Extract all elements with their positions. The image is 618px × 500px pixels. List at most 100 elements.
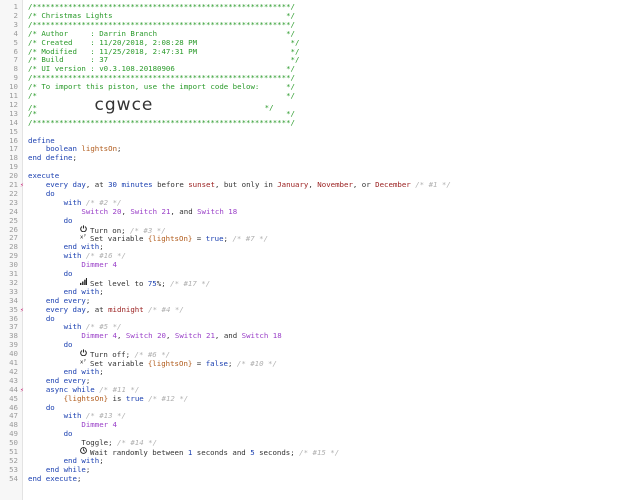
token-txt: = xyxy=(192,234,206,244)
code-line: 2 /* Christmas Lights */ xyxy=(0,11,618,20)
code-text: end every; xyxy=(28,375,91,385)
line-number: 41 xyxy=(9,358,18,367)
code-line: 30 Dimmer 4 xyxy=(0,261,618,269)
code-text: /* Christmas Lights */ xyxy=(28,11,295,20)
code-text: /* Modified : 11/25/2018, 2:47:31 PM */ xyxy=(28,47,299,56)
line-number: 26 xyxy=(9,224,18,234)
code-line: 38 Dimmer 4, Switch 20, Switch 21, and S… xyxy=(0,332,618,340)
token-cm: /***************************************… xyxy=(28,19,295,29)
token-txt: ; xyxy=(227,359,237,368)
token-txt: is xyxy=(108,393,126,403)
token-dev: Switch 18 xyxy=(197,206,238,216)
line-number: 3 xyxy=(13,19,18,29)
line-number: 15 xyxy=(9,126,18,136)
line-number: 17 xyxy=(9,144,18,154)
code-text: every day, at midnight /* #4 */ xyxy=(28,304,184,314)
code-line: 22 do xyxy=(0,188,618,198)
trigger-marker-icon: ⚡ xyxy=(20,385,24,394)
token-cmi: /* #11 */ xyxy=(99,384,140,394)
token-dev: Switch 18 xyxy=(241,331,282,341)
svg-text:y: y xyxy=(84,233,86,237)
code-text: do xyxy=(28,403,55,412)
code-line: 34 end every; xyxy=(0,295,618,305)
trigger-marker-icon: ⚡ xyxy=(20,181,24,189)
token-str: November xyxy=(317,180,353,189)
token-txt: ; xyxy=(85,464,91,474)
line-number: 45 xyxy=(9,393,18,403)
code-line: 9 /**************************************… xyxy=(0,74,618,82)
token-cm: /* Author : Darrin Branch */ xyxy=(28,28,295,38)
token-kw: false xyxy=(205,359,228,368)
line-number: 19 xyxy=(9,162,18,172)
token-kw: end with xyxy=(63,286,100,296)
code-text: with /* #2 */ xyxy=(28,198,122,207)
token-kw: boolean xyxy=(45,144,77,154)
line-number: 33 xyxy=(9,286,18,296)
line-number: 34 xyxy=(9,295,18,305)
code-text: end define; xyxy=(28,154,77,162)
code-line: 1 /**************************************… xyxy=(0,3,618,11)
svg-text:y: y xyxy=(84,358,86,362)
token-var: lightsOn xyxy=(81,144,118,154)
line-number: 40 xyxy=(9,349,18,359)
token-txt: ; xyxy=(99,286,104,296)
line-number: 5 xyxy=(13,37,18,47)
token-cmi: /* #4 */ xyxy=(148,304,184,314)
token-txt: Wait randomly between xyxy=(90,448,188,457)
token-txt: ; xyxy=(76,473,82,483)
line-number: 25 xyxy=(9,215,18,225)
code-text: every day, at 30 minutes before sunset, … xyxy=(28,181,451,189)
token-kw: every day xyxy=(45,304,86,314)
line-number: 10 xyxy=(9,82,18,92)
code-text: end execute; xyxy=(28,473,82,483)
code-line: 7 /* Build : 37 */ xyxy=(0,56,618,64)
line-number: 22 xyxy=(9,188,18,198)
code-line: 10 /* To import this piston, use the impo… xyxy=(0,83,618,91)
code-line: 31 do xyxy=(0,270,618,278)
token-txt: ; xyxy=(85,375,91,385)
token-txt: %; xyxy=(156,278,171,288)
token-cmi: /* #3 */ xyxy=(130,225,166,235)
code-line: 4 /* Author : Darrin Branch */ xyxy=(0,28,618,38)
token-kw: with xyxy=(63,322,82,332)
code-line: 51 Wait randomly between 1 seconds and 5 … xyxy=(0,447,618,457)
code-text: Wait randomly between 1 seconds and 5 se… xyxy=(80,447,340,457)
token-kw: with xyxy=(63,411,82,421)
code-text: end with; xyxy=(28,456,104,465)
code-line: 5 /* Created : 11/20/2018, 2:08:28 PM */ xyxy=(0,37,618,47)
token-txt: = xyxy=(192,359,206,368)
token-txt: ; xyxy=(99,242,104,252)
code-text: do xyxy=(28,341,73,349)
code-line: 20 execute xyxy=(0,172,618,180)
token-dev: Switch 21 xyxy=(130,206,171,216)
token-cmi: /* #14 */ xyxy=(117,438,158,448)
token-cm: /* To import this piston, use the import… xyxy=(28,82,295,92)
line-number: 32 xyxy=(9,277,18,287)
line-number: 44 xyxy=(9,384,18,394)
code-text: /***************************************… xyxy=(28,3,295,11)
token-dev: Switch 21 xyxy=(174,331,215,341)
code-text: /* Author : Darrin Branch */ xyxy=(28,28,295,38)
token-kw: define xyxy=(28,135,55,145)
token-txt: ; xyxy=(117,144,122,154)
token-kw: with xyxy=(63,251,82,261)
code-line: 42 end with; xyxy=(0,367,618,376)
token-kw: do xyxy=(45,188,55,198)
token-cm: /* UI version : v0.3.108.20180906 */ xyxy=(28,64,295,74)
token-kw: do xyxy=(63,340,73,350)
code-text: do xyxy=(28,270,73,278)
code-text: /* Created : 11/20/2018, 2:08:28 PM */ xyxy=(28,38,299,47)
line-number: 47 xyxy=(9,411,18,421)
code-line: 37 with /* #5 */ xyxy=(0,323,618,331)
token-cmi: /* #15 */ xyxy=(299,448,340,457)
token-str: December xyxy=(375,180,411,189)
code-line: 48 Dimmer 4 xyxy=(0,421,618,429)
